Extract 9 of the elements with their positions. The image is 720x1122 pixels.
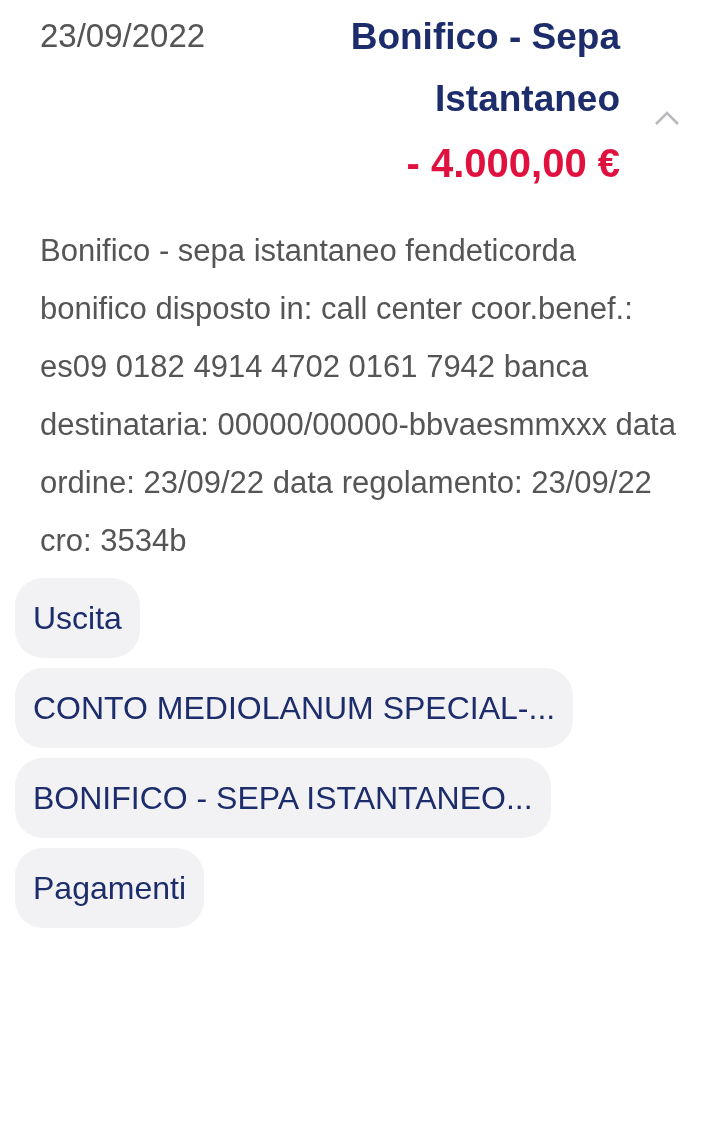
tag-chip[interactable]: Pagamenti <box>15 848 204 928</box>
transaction-title: Bonifico - Sepa Istantaneo <box>349 15 620 121</box>
tag-chip[interactable]: BONIFICO - SEPA ISTANTANEO... <box>15 758 551 838</box>
transaction-description: Bonifico - sepa istantaneo fendeticorda bonifico disposto in: call center coor.benef.: es09 0182 4914 4702 0161 7942 banca destinataria: 00000/00000-bbvaesmmxxx data ordine: 23/09/22 data regolamento: 23/09/22 cro: 3534b <box>40 232 677 560</box>
transaction-amount: - 4.000,00 € <box>406 140 620 187</box>
transaction-date: 23/09/2022 <box>40 16 206 56</box>
tag-chip[interactable]: Uscita <box>15 578 140 658</box>
tag-chip[interactable]: CONTO MEDIOLANUM SPECIAL-... <box>15 668 574 748</box>
chevron-icon[interactable] <box>654 110 680 126</box>
